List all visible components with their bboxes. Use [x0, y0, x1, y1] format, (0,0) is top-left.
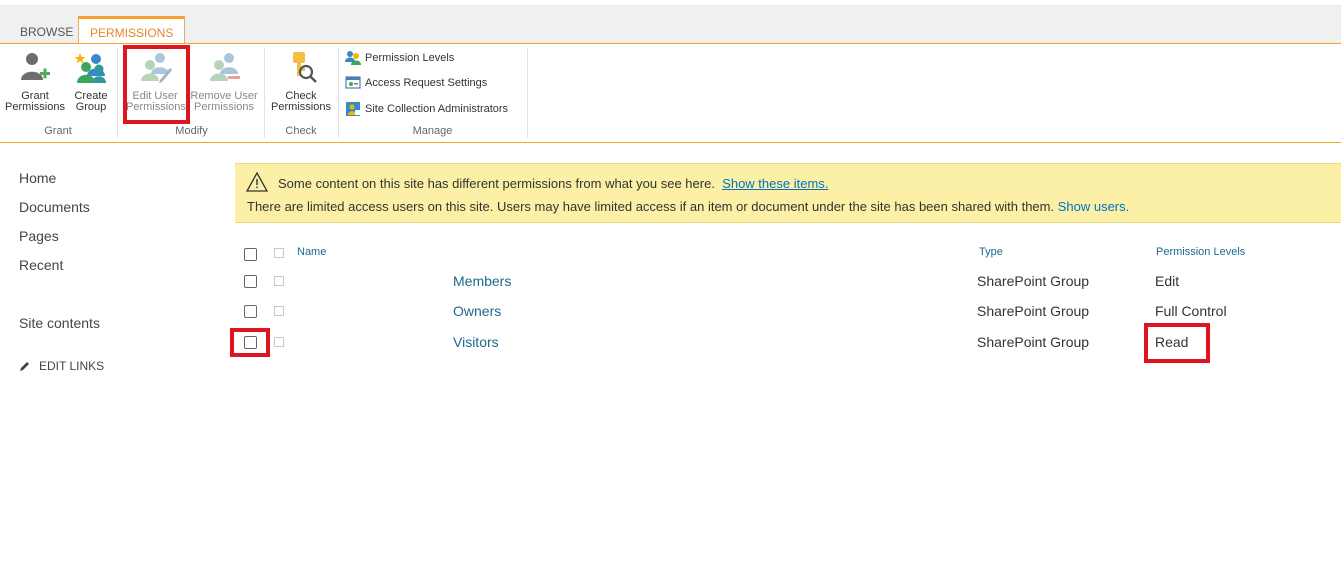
group-separator [338, 48, 339, 138]
grant-permissions-label-2: Permissions [5, 101, 65, 113]
edit-links-button[interactable]: EDIT LINKS [19, 359, 104, 373]
row-checkbox[interactable] [244, 275, 257, 288]
nav-pages[interactable]: Pages [19, 228, 59, 244]
group-label-check: Check [285, 125, 317, 137]
ribbon-tab-bar: BROWSE PERMISSIONS [0, 5, 1341, 50]
check-permissions-button[interactable]: Check Permissions [268, 50, 334, 113]
notice-line-2: There are limited access users on this s… [247, 199, 1129, 214]
warning-icon [246, 172, 268, 192]
column-header-name[interactable]: Name [297, 246, 326, 258]
create-group-label-2: Group [75, 101, 107, 113]
permission-level: Edit [1155, 273, 1180, 289]
check-permissions-label-2: Permissions [271, 101, 331, 113]
edit-links-label: EDIT LINKS [39, 359, 105, 373]
select-all-checkbox-secondary[interactable] [274, 248, 284, 258]
show-users-link[interactable]: Show users. [1058, 199, 1130, 214]
permission-level: Full Control [1155, 303, 1227, 319]
notice-line-1: Some content on this site has different … [278, 176, 828, 191]
permission-levels-label: Permission Levels [365, 52, 455, 64]
group-type: SharePoint Group [977, 303, 1090, 319]
select-all-checkbox[interactable] [244, 248, 257, 261]
remove-user-permissions-button[interactable]: Remove User Permissions [189, 50, 259, 113]
permissions-notice: Some content on this site has different … [235, 163, 1341, 223]
row-checkbox-secondary[interactable] [274, 276, 284, 286]
group-separator [264, 48, 265, 138]
column-header-type[interactable]: Type [979, 246, 1003, 258]
show-these-items-link[interactable]: Show these items. [722, 176, 828, 191]
row-checkbox-secondary[interactable] [274, 337, 284, 347]
nav-documents[interactable]: Documents [19, 199, 90, 215]
edit-user-permissions-icon [141, 53, 172, 83]
site-collection-administrators-button[interactable]: Site Collection Administrators [345, 99, 508, 119]
pencil-icon [20, 362, 29, 371]
group-label-modify: Modify [175, 125, 208, 137]
group-type: SharePoint Group [977, 273, 1090, 289]
row-checkbox[interactable] [244, 336, 257, 349]
group-name-link[interactable]: Visitors [453, 334, 499, 350]
group-name-link[interactable]: Members [453, 273, 511, 289]
group-separator [527, 48, 528, 138]
edit-user-permissions-button[interactable]: Edit User Permissions [126, 50, 186, 113]
remove-user-permissions-icon [210, 53, 240, 81]
notice-line-1-text: Some content on this site has different … [278, 176, 715, 191]
permission-levels-icon [345, 51, 361, 65]
group-label-manage: Manage [412, 125, 453, 137]
group-type: SharePoint Group [977, 334, 1090, 350]
site-collection-administrators-label: Site Collection Administrators [365, 103, 509, 115]
grant-permissions-icon [21, 53, 50, 80]
permission-levels-button[interactable]: Permission Levels [345, 48, 454, 68]
row-checkbox-secondary[interactable] [274, 306, 284, 316]
edit-user-permissions-label-2: Permissions [126, 101, 186, 113]
ribbon: Grant Permissions Create Group Grant Edi… [0, 43, 1341, 143]
create-group-button[interactable]: Create Group [70, 50, 112, 113]
access-request-settings-label: Access Request Settings [365, 77, 488, 89]
check-permissions-icon [293, 52, 317, 83]
site-collection-administrators-icon [346, 102, 360, 116]
group-separator [117, 48, 118, 138]
access-request-settings-icon [345, 76, 361, 89]
notice-line-2-text: There are limited access users on this s… [247, 199, 1055, 214]
create-group-icon [74, 53, 106, 83]
group-label-grant: Grant [44, 125, 72, 137]
nav-recent[interactable]: Recent [19, 257, 63, 273]
nav-home[interactable]: Home [19, 170, 56, 186]
group-name-link[interactable]: Owners [453, 303, 501, 319]
access-request-settings-button[interactable]: Access Request Settings [345, 73, 487, 93]
grant-permissions-button[interactable]: Grant Permissions [4, 50, 66, 113]
permission-level: Read [1155, 334, 1189, 350]
column-header-permission-levels[interactable]: Permission Levels [1156, 246, 1245, 258]
nav-site-contents[interactable]: Site contents [19, 315, 100, 331]
row-checkbox[interactable] [244, 305, 257, 318]
remove-user-permissions-label-2: Permissions [194, 101, 254, 113]
